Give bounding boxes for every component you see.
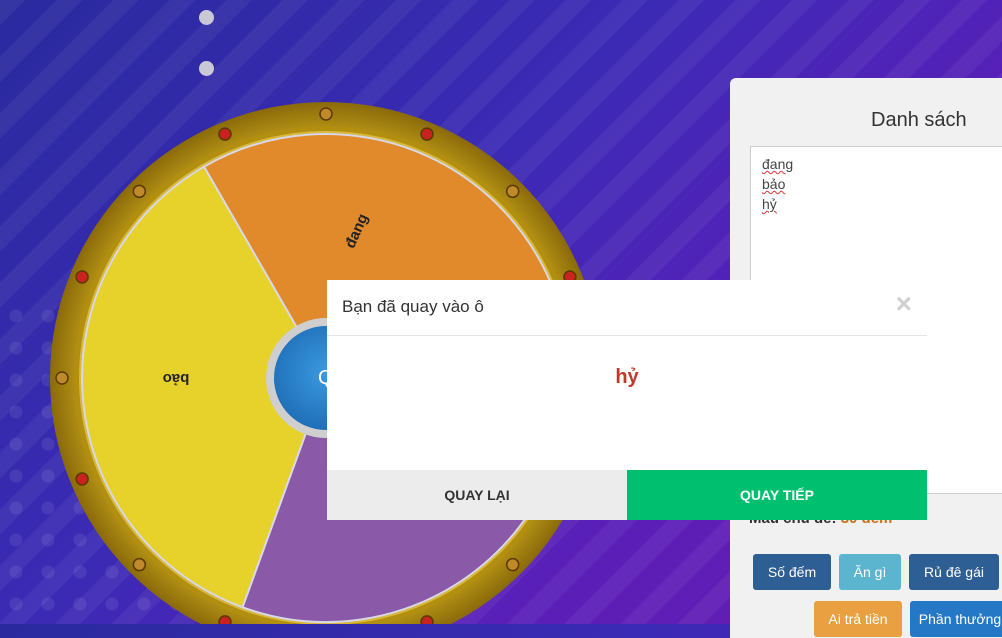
spin-back-button[interactable]: QUAY LẠI — [327, 470, 627, 520]
modal-header: Bạn đã quay vào ô × — [327, 280, 927, 336]
result-text: hỷ — [615, 366, 639, 388]
modal-title: Bạn đã quay vào ô — [342, 297, 484, 316]
result-modal: Bạn đã quay vào ô × hỷ QUAY LẠI QUAY TIẾ… — [327, 280, 927, 520]
close-icon[interactable]: × — [896, 289, 912, 319]
spin-again-button[interactable]: QUAY TIẾP — [627, 470, 927, 520]
